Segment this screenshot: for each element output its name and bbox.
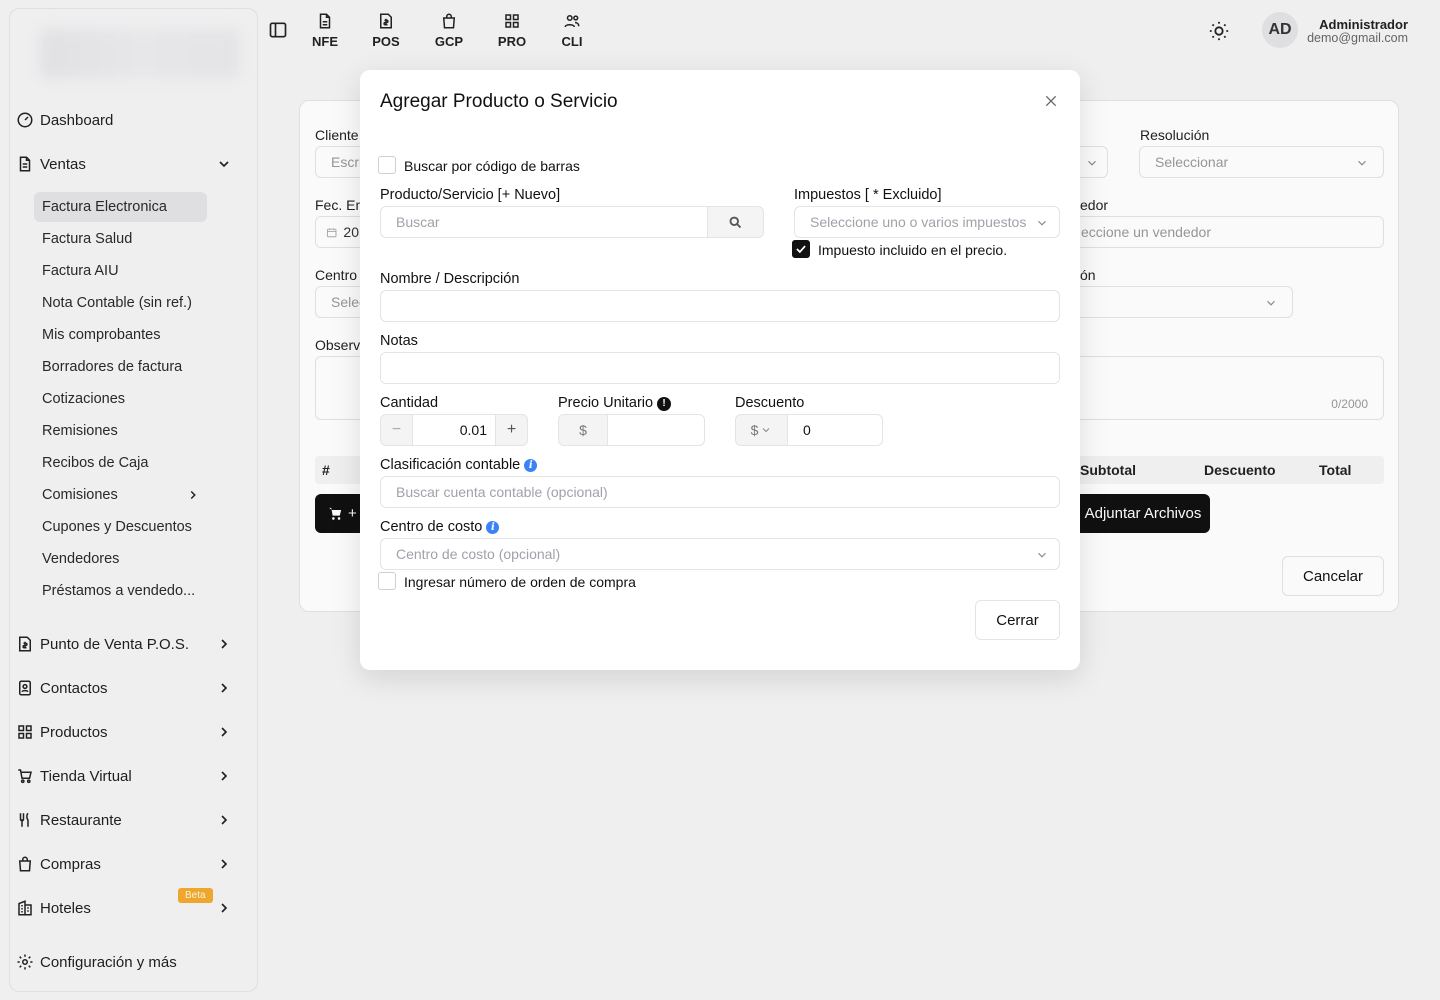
check-icon — [796, 245, 806, 254]
chevron-down-icon — [1038, 220, 1046, 226]
nombre-label: Nombre / Descripción — [380, 271, 520, 287]
impuesto-incluido-checkbox[interactable] — [792, 240, 810, 258]
add-product-modal: Agregar Producto o Servicio Buscar por c… — [360, 70, 1080, 670]
chevron-down-icon — [763, 428, 770, 433]
impuestos-label: Impuestos [ * Excluido] — [794, 187, 942, 203]
producto-label: Producto/Servicio [+ Nuevo] — [380, 187, 561, 203]
centro-costo-select[interactable]: Centro de costo (opcional) — [380, 538, 1060, 570]
precio-label: Precio Unitario! — [558, 395, 672, 411]
close-icon[interactable] — [1043, 93, 1059, 109]
producto-search-input[interactable]: Buscar — [380, 206, 708, 238]
clasificacion-label: Clasificación contable i — [380, 457, 538, 473]
descuento-label: Descuento — [735, 395, 805, 411]
orden-compra-label: Ingresar número de orden de compra — [404, 574, 636, 590]
barcode-checkbox[interactable] — [378, 156, 396, 174]
barcode-label: Buscar por código de barras — [404, 158, 580, 174]
notas-input[interactable] — [380, 352, 1060, 384]
centro-costo-label: Centro de costo i — [380, 519, 500, 535]
info-icon[interactable]: i — [524, 459, 538, 472]
search-icon — [729, 216, 742, 228]
clasificacion-input[interactable]: Buscar cuenta contable (opcional) — [380, 476, 1060, 508]
descuento-type-select[interactable]: $ — [735, 414, 788, 446]
descuento-input[interactable]: 0 — [787, 414, 883, 446]
cantidad-input[interactable]: 0.01 — [412, 414, 496, 446]
cantidad-increment-button[interactable]: + — [495, 414, 528, 446]
info-icon[interactable]: i — [486, 521, 500, 534]
minus-icon: − — [391, 421, 402, 438]
producto-search-button[interactable] — [707, 206, 764, 238]
orden-compra-checkbox[interactable] — [378, 572, 396, 590]
plus-icon: + — [506, 421, 517, 438]
impuestos-select[interactable]: Seleccione uno o varios impuestos — [794, 206, 1060, 238]
modal-title: Agregar Producto o Servicio — [380, 91, 618, 112]
precio-input[interactable] — [607, 414, 705, 446]
cerrar-button[interactable]: Cerrar — [975, 600, 1060, 640]
nombre-input[interactable] — [380, 290, 1060, 322]
precio-currency-addon: $ — [558, 414, 608, 446]
notas-label: Notas — [380, 333, 418, 349]
impuesto-incluido-label: Impuesto incluido en el precio. — [818, 242, 1008, 258]
alert-info-icon[interactable]: ! — [657, 397, 672, 411]
chevron-down-icon — [1038, 552, 1046, 558]
cantidad-label: Cantidad — [380, 395, 439, 411]
cantidad-decrement-button[interactable]: − — [380, 414, 413, 446]
